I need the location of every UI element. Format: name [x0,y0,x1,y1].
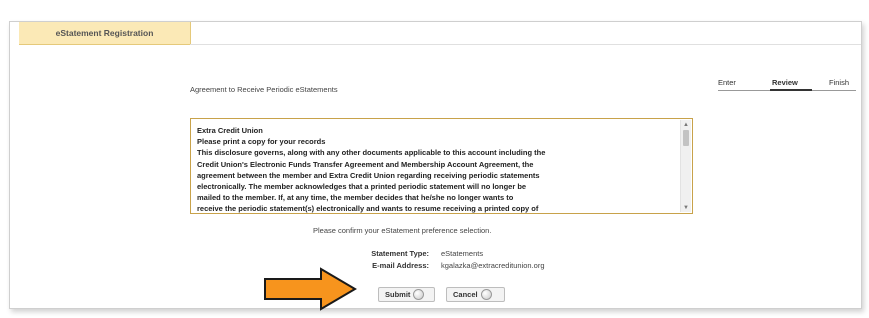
statement-type-value: eStatements [441,249,484,258]
orange-arrow-icon [264,267,357,311]
scroll-down-icon[interactable]: ▼ [681,203,691,212]
step-review: Review [772,78,798,87]
agreement-scrollbar[interactable]: ▲ ▼ [680,120,691,212]
agreement-line: This disclosure governs, along with any … [197,148,546,158]
agreement-line: electronically. The member acknowledges … [197,182,527,192]
tab-estatement-registration[interactable]: eStatement Registration [19,22,191,45]
step-finish: Finish [829,78,850,87]
email-value: kgalazka@extracreditunion.org [441,261,545,270]
submit-button[interactable]: Submit [378,287,435,302]
agreement-text-box[interactable]: Extra Credit Union Please print a copy f… [190,118,693,214]
circle-arrow-icon [413,289,425,300]
agreement-line: receive the periodic statement(s) electr… [197,204,539,214]
step-enter: Enter [718,78,736,87]
agreement-line: Credit Union's Electronic Funds Transfer… [197,159,534,169]
agreement-title: Agreement to Receive Periodic eStatement… [190,85,338,94]
tab-divider [190,44,861,45]
scroll-thumb[interactable] [683,130,689,146]
agreement-text: Extra Credit Union Please print a copy f… [197,125,675,214]
agreement-line: mailed to the member. If, at any time, t… [197,193,514,203]
progress-steps: Enter Review Finish [718,78,856,91]
submit-label: Submit [385,290,411,299]
current-step-indicator [770,89,812,91]
cancel-button[interactable]: Cancel [446,287,505,302]
circle-arrow-icon [480,289,492,300]
agreement-line: Please print a copy for your records [197,137,326,147]
confirmation-prompt: Please confirm your eStatement preferenc… [313,226,492,235]
agreement-line: agreement between the member and Extra C… [197,170,540,180]
agreement-line: Extra Credit Union [197,126,263,135]
cancel-label: Cancel [453,290,478,299]
scroll-up-icon[interactable]: ▲ [681,120,691,129]
tab-label: eStatement Registration [55,28,154,38]
statement-type-label: Statement Type: [371,249,429,258]
